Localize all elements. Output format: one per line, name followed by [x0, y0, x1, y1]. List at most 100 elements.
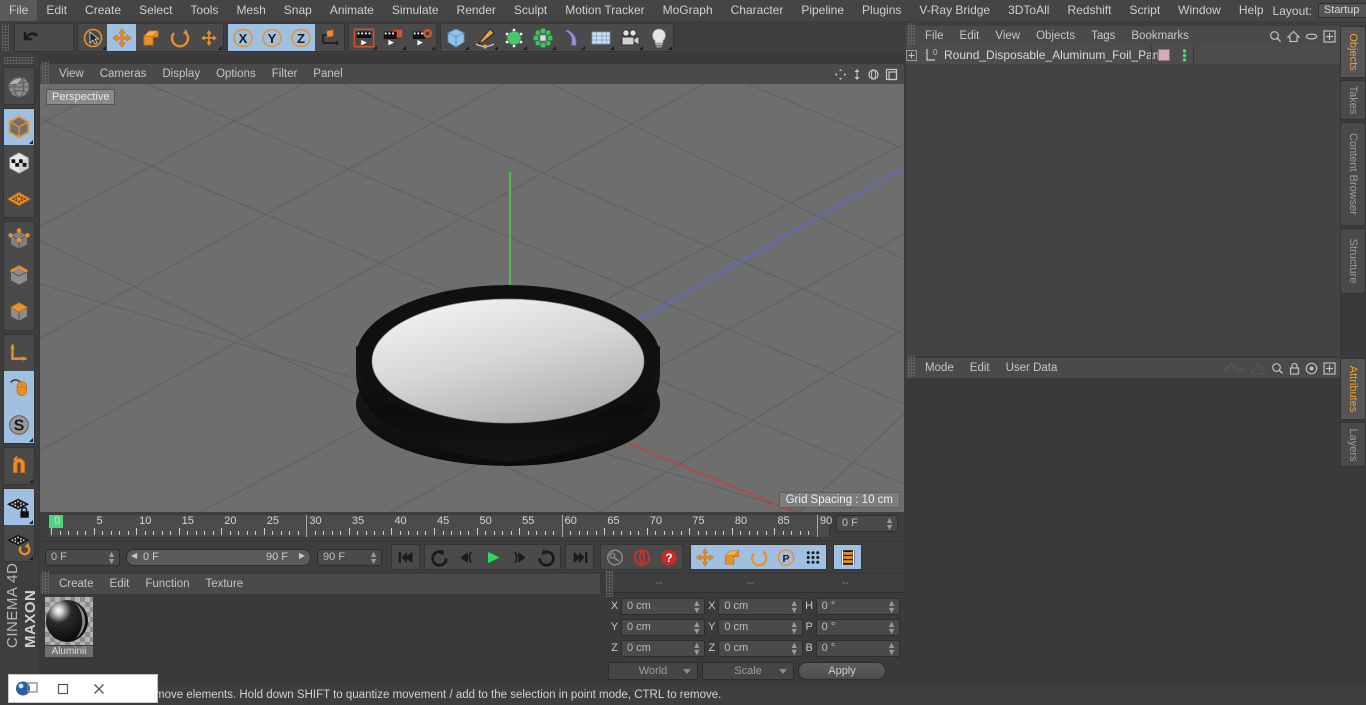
viewport-canvas[interactable]: Y X Z Perspective Grid Spacing : 10 cm [40, 84, 904, 512]
toolbar-grip[interactable] [2, 24, 9, 51]
coordinates-grip[interactable] [606, 569, 613, 597]
target-icon[interactable] [1305, 362, 1318, 375]
rotation-h-field[interactable]: 0 ° ▲ ▼ [815, 597, 900, 615]
stepper-icon[interactable]: ▲ ▼ [887, 598, 896, 614]
object-name[interactable]: Round_Disposable_Aluminum_Foil_Pan [944, 48, 1159, 62]
vertical-tab-takes[interactable]: Takes [1340, 80, 1366, 120]
snap-s-button[interactable]: S [4, 407, 34, 443]
menu-render[interactable]: Render [448, 0, 505, 21]
lock-icon[interactable] [1289, 362, 1300, 375]
render-settings-button[interactable] [407, 24, 436, 51]
position-z-field[interactable]: 0 cm ▲ ▼ [621, 639, 706, 657]
rotate-button[interactable] [165, 24, 194, 51]
ellipse-icon[interactable] [1305, 30, 1318, 43]
menu-pipeline[interactable]: Pipeline [792, 0, 853, 21]
scale-key-toggle[interactable] [718, 545, 745, 569]
menu-select[interactable]: Select [130, 0, 181, 21]
end-frame-field[interactable]: 90 F ▲ ▼ [317, 548, 382, 566]
polygons-mode-button[interactable] [4, 294, 34, 330]
timeline-button[interactable] [834, 545, 861, 569]
maximize-view-icon[interactable] [885, 68, 898, 81]
menu-motion-tracker[interactable]: Motion Tracker [556, 0, 653, 21]
material-menu-texture[interactable]: Texture [197, 574, 251, 594]
menu-plugins[interactable]: Plugins [853, 0, 910, 21]
step-forward-button[interactable] [506, 545, 533, 569]
timeline-ruler[interactable]: 0 5 10 15 20 25 30 35 40 45 50 55 60 65 70 75 80 85 90 [48, 514, 832, 538]
add-panel-icon[interactable] [1323, 361, 1336, 375]
menu-snap[interactable]: Snap [275, 0, 321, 21]
material-thumbnail[interactable] [45, 597, 93, 645]
bend-object-button[interactable] [557, 24, 586, 51]
object-tree[interactable]: 0 Round_Disposable_Aluminum_Foil_Pan [906, 46, 1340, 356]
floor-environment-button[interactable] [586, 24, 615, 51]
scale-button[interactable] [136, 24, 165, 51]
parameter-key-toggle[interactable]: P [772, 545, 799, 569]
triangle-icon[interactable] [1250, 361, 1266, 375]
submenu-corner-icon[interactable] [102, 46, 106, 50]
texture-mode-button[interactable] [4, 145, 34, 181]
attribute-menu-user-data[interactable]: User Data [998, 358, 1066, 378]
material-menu-create[interactable]: Create [51, 574, 102, 594]
vertical-tab-objects[interactable]: Objects [1340, 26, 1366, 78]
object-menu-tags[interactable]: Tags [1083, 26, 1123, 46]
stepper-icon[interactable]: ▲ ▼ [692, 619, 701, 635]
layout-dropdown[interactable]: Startup [1317, 3, 1366, 18]
object-menu-edit[interactable]: Edit [952, 26, 988, 46]
render-view-button[interactable] [349, 24, 378, 51]
material-list[interactable]: Aluminii [40, 594, 600, 684]
vertical-tab-structure[interactable]: Structure [1340, 228, 1366, 294]
play-button[interactable] [479, 545, 506, 569]
submenu-corner-icon[interactable] [29, 438, 33, 442]
current-frame-field[interactable]: 0 F ▲ ▼ [45, 548, 120, 566]
submenu-corner-icon[interactable] [29, 479, 33, 483]
submenu-corner-icon[interactable] [610, 46, 614, 50]
viewport-menu-view[interactable]: View [51, 64, 92, 84]
preview-range-bar[interactable]: ◀ 0 F 90 F ▶ [126, 548, 311, 566]
submenu-corner-icon[interactable] [29, 140, 33, 144]
keyframe-selection-button[interactable]: ? [655, 545, 682, 569]
submenu-corner-icon[interactable] [494, 46, 498, 50]
size-y-field[interactable]: 0 cm ▲ ▼ [718, 618, 803, 636]
menu-character[interactable]: Character [722, 0, 793, 21]
menu-file[interactable]: File [0, 0, 38, 21]
curve-icon[interactable] [1223, 362, 1245, 374]
home-icon[interactable] [1287, 30, 1300, 43]
polygon-grid-button[interactable] [4, 181, 34, 217]
attribute-menu-mode[interactable]: Mode [917, 358, 962, 378]
stepper-icon[interactable]: ▲ ▼ [790, 619, 799, 635]
globe-sculpt-button[interactable] [4, 68, 34, 104]
menu-redshift[interactable]: Redshift [1058, 0, 1120, 21]
submenu-corner-icon[interactable] [639, 46, 643, 50]
menu-script[interactable]: Script [1120, 0, 1169, 21]
go-to-start-button[interactable] [392, 545, 419, 569]
attribute-menu-edit[interactable]: Edit [962, 358, 998, 378]
generator-button[interactable] [499, 24, 528, 51]
magnet-button[interactable] [4, 448, 34, 484]
viewport-menu-options[interactable]: Options [208, 64, 264, 84]
stepper-icon[interactable]: ▲ ▼ [887, 619, 896, 635]
step-back-button[interactable] [452, 545, 479, 569]
zoom-icon[interactable] [852, 68, 862, 81]
rotation-p-field[interactable]: 0 ° ▲ ▼ [815, 618, 900, 636]
menu-animate[interactable]: Animate [321, 0, 383, 21]
object-menu-view[interactable]: View [987, 26, 1028, 46]
size-x-field[interactable]: 0 cm ▲ ▼ [718, 597, 803, 615]
rotation-b-field[interactable]: 0 ° ▲ ▼ [815, 639, 900, 657]
z-axis-button[interactable]: Z [286, 24, 315, 51]
stepper-icon[interactable]: ▲ ▼ [369, 549, 378, 565]
expand-toggle-icon[interactable] [906, 49, 924, 61]
menu-mograph[interactable]: MoGraph [654, 0, 722, 21]
submenu-corner-icon[interactable] [581, 46, 585, 50]
vertical-tab-attributes[interactable]: Attributes [1340, 358, 1366, 420]
menu-help[interactable]: Help [1230, 0, 1273, 21]
stepper-icon[interactable]: ▲ ▼ [790, 640, 799, 656]
timeline-frame-field[interactable]: 0 F ▲ ▼ [836, 515, 898, 532]
coordinate-system-dropdown[interactable]: World [608, 662, 698, 680]
x-axis-button[interactable]: X [228, 24, 257, 51]
stepper-icon[interactable]: ▲ ▼ [692, 640, 701, 656]
render-region-button[interactable] [378, 24, 407, 51]
submenu-corner-icon[interactable] [668, 46, 672, 50]
menu-mesh[interactable]: Mesh [227, 0, 274, 21]
viewport-menu-filter[interactable]: Filter [264, 64, 306, 84]
object-menu-objects[interactable]: Objects [1028, 26, 1083, 46]
